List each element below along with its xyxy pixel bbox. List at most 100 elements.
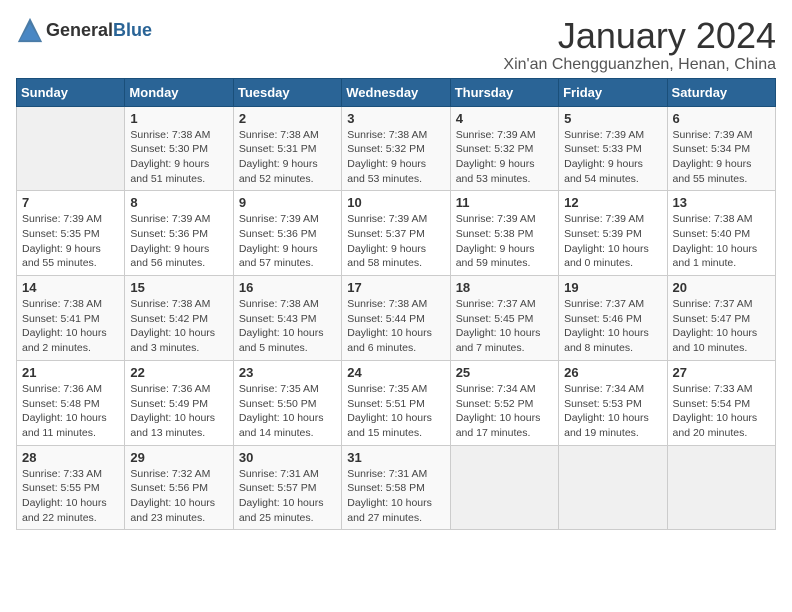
day-info: Sunrise: 7:39 AM Sunset: 5:36 PM Dayligh… [239,212,336,271]
header-cell-monday: Monday [125,78,233,106]
calendar-cell: 22Sunrise: 7:36 AM Sunset: 5:49 PM Dayli… [125,360,233,445]
calendar-table: SundayMondayTuesdayWednesdayThursdayFrid… [16,78,776,531]
logo: GeneralBlue [16,16,152,44]
calendar-cell: 9 Sunrise: 7:39 AM Sunset: 5:36 PM Daylig… [233,191,341,276]
header-cell-sunday: Sunday [17,78,125,106]
calendar-week-row: 28 Sunrise: 7:33 AM Sunset: 5:55 PM Dayli… [17,445,776,530]
calendar-subtitle: Xin'an Chengguanzhen, Henan, China [503,56,776,74]
calendar-week-row: 7Sunrise: 7:39 AM Sunset: 5:35 PM Daylig… [17,191,776,276]
day-info: Sunrise: 7:34 AM Sunset: 5:52 PM Dayligh… [456,382,553,441]
calendar-week-row: 21 Sunrise: 7:36 AM Sunset: 5:48 PM Dayli… [17,360,776,445]
day-info: Sunrise: 7:32 AM Sunset: 5:56 PM Dayligh… [130,467,227,526]
calendar-week-row: 14Sunrise: 7:38 AM Sunset: 5:41 PM Dayli… [17,276,776,361]
day-info: Sunrise: 7:39 AM Sunset: 5:38 PM Dayligh… [456,212,553,271]
calendar-cell: 14Sunrise: 7:38 AM Sunset: 5:41 PM Dayli… [17,276,125,361]
calendar-cell: 4 Sunrise: 7:39 AM Sunset: 5:32 PM Daylig… [450,106,558,191]
calendar-cell: 26Sunrise: 7:34 AM Sunset: 5:53 PM Dayli… [559,360,667,445]
calendar-cell: 3 Sunrise: 7:38 AM Sunset: 5:32 PM Daylig… [342,106,450,191]
day-info: Sunrise: 7:38 AM Sunset: 5:42 PM Dayligh… [130,297,227,356]
calendar-cell: 5 Sunrise: 7:39 AM Sunset: 5:33 PM Daylig… [559,106,667,191]
day-number: 13 [673,195,770,210]
header-cell-wednesday: Wednesday [342,78,450,106]
day-number: 15 [130,280,227,295]
logo-text: GeneralBlue [46,20,152,41]
day-number: 18 [456,280,553,295]
calendar-cell: 17 Sunrise: 7:38 AM Sunset: 5:44 PM Dayli… [342,276,450,361]
day-number: 1 [130,111,227,126]
day-number: 10 [347,195,444,210]
calendar-cell: 21 Sunrise: 7:36 AM Sunset: 5:48 PM Dayli… [17,360,125,445]
calendar-cell: 27 Sunrise: 7:33 AM Sunset: 5:54 PM Dayli… [667,360,775,445]
calendar-cell [667,445,775,530]
day-number: 14 [22,280,119,295]
day-number: 7 [22,195,119,210]
calendar-cell: 23Sunrise: 7:35 AM Sunset: 5:50 PM Dayli… [233,360,341,445]
calendar-cell [450,445,558,530]
day-info: Sunrise: 7:37 AM Sunset: 5:47 PM Dayligh… [673,297,770,356]
calendar-cell: 20 Sunrise: 7:37 AM Sunset: 5:47 PM Dayli… [667,276,775,361]
day-number: 17 [347,280,444,295]
day-number: 2 [239,111,336,126]
logo-icon [16,16,44,44]
day-number: 11 [456,195,553,210]
header-cell-tuesday: Tuesday [233,78,341,106]
day-info: Sunrise: 7:31 AM Sunset: 5:57 PM Dayligh… [239,467,336,526]
calendar-cell: 7Sunrise: 7:39 AM Sunset: 5:35 PM Daylig… [17,191,125,276]
day-number: 20 [673,280,770,295]
calendar-cell: 16 Sunrise: 7:38 AM Sunset: 5:43 PM Dayli… [233,276,341,361]
day-number: 9 [239,195,336,210]
day-number: 26 [564,365,661,380]
calendar-cell [17,106,125,191]
day-info: Sunrise: 7:39 AM Sunset: 5:33 PM Dayligh… [564,128,661,187]
day-info: Sunrise: 7:38 AM Sunset: 5:31 PM Dayligh… [239,128,336,187]
calendar-body: 1 Sunrise: 7:38 AM Sunset: 5:30 PM Daylig… [17,106,776,530]
day-number: 5 [564,111,661,126]
day-number: 29 [130,450,227,465]
day-info: Sunrise: 7:38 AM Sunset: 5:32 PM Dayligh… [347,128,444,187]
day-number: 3 [347,111,444,126]
calendar-cell: 19 Sunrise: 7:37 AM Sunset: 5:46 PM Dayli… [559,276,667,361]
day-info: Sunrise: 7:33 AM Sunset: 5:55 PM Dayligh… [22,467,119,526]
day-number: 16 [239,280,336,295]
day-info: Sunrise: 7:33 AM Sunset: 5:54 PM Dayligh… [673,382,770,441]
calendar-cell: 18 Sunrise: 7:37 AM Sunset: 5:45 PM Dayli… [450,276,558,361]
calendar-cell: 25 Sunrise: 7:34 AM Sunset: 5:52 PM Dayli… [450,360,558,445]
day-info: Sunrise: 7:38 AM Sunset: 5:44 PM Dayligh… [347,297,444,356]
day-info: Sunrise: 7:37 AM Sunset: 5:46 PM Dayligh… [564,297,661,356]
day-info: Sunrise: 7:37 AM Sunset: 5:45 PM Dayligh… [456,297,553,356]
day-info: Sunrise: 7:39 AM Sunset: 5:37 PM Dayligh… [347,212,444,271]
header-cell-friday: Friday [559,78,667,106]
calendar-cell: 28 Sunrise: 7:33 AM Sunset: 5:55 PM Dayli… [17,445,125,530]
calendar-cell: 8Sunrise: 7:39 AM Sunset: 5:36 PM Daylig… [125,191,233,276]
day-info: Sunrise: 7:39 AM Sunset: 5:32 PM Dayligh… [456,128,553,187]
day-info: Sunrise: 7:38 AM Sunset: 5:43 PM Dayligh… [239,297,336,356]
logo-blue: Blue [113,20,152,40]
header-cell-thursday: Thursday [450,78,558,106]
day-info: Sunrise: 7:38 AM Sunset: 5:30 PM Dayligh… [130,128,227,187]
day-info: Sunrise: 7:38 AM Sunset: 5:40 PM Dayligh… [673,212,770,271]
calendar-title: January 2024 [503,16,776,56]
calendar-cell: 1 Sunrise: 7:38 AM Sunset: 5:30 PM Daylig… [125,106,233,191]
day-info: Sunrise: 7:35 AM Sunset: 5:50 PM Dayligh… [239,382,336,441]
day-number: 31 [347,450,444,465]
day-number: 27 [673,365,770,380]
day-info: Sunrise: 7:39 AM Sunset: 5:39 PM Dayligh… [564,212,661,271]
calendar-cell: 6Sunrise: 7:39 AM Sunset: 5:34 PM Daylig… [667,106,775,191]
calendar-cell: 29 Sunrise: 7:32 AM Sunset: 5:56 PM Dayli… [125,445,233,530]
day-info: Sunrise: 7:31 AM Sunset: 5:58 PM Dayligh… [347,467,444,526]
calendar-header-row: SundayMondayTuesdayWednesdayThursdayFrid… [17,78,776,106]
day-number: 25 [456,365,553,380]
calendar-cell: 12 Sunrise: 7:39 AM Sunset: 5:39 PM Dayli… [559,191,667,276]
calendar-cell: 13 Sunrise: 7:38 AM Sunset: 5:40 PM Dayli… [667,191,775,276]
day-number: 4 [456,111,553,126]
calendar-cell: 24Sunrise: 7:35 AM Sunset: 5:51 PM Dayli… [342,360,450,445]
day-number: 21 [22,365,119,380]
day-number: 19 [564,280,661,295]
day-info: Sunrise: 7:36 AM Sunset: 5:48 PM Dayligh… [22,382,119,441]
day-info: Sunrise: 7:39 AM Sunset: 5:34 PM Dayligh… [673,128,770,187]
day-number: 12 [564,195,661,210]
header-cell-saturday: Saturday [667,78,775,106]
calendar-cell [559,445,667,530]
day-number: 28 [22,450,119,465]
calendar-cell: 31 Sunrise: 7:31 AM Sunset: 5:58 PM Dayli… [342,445,450,530]
